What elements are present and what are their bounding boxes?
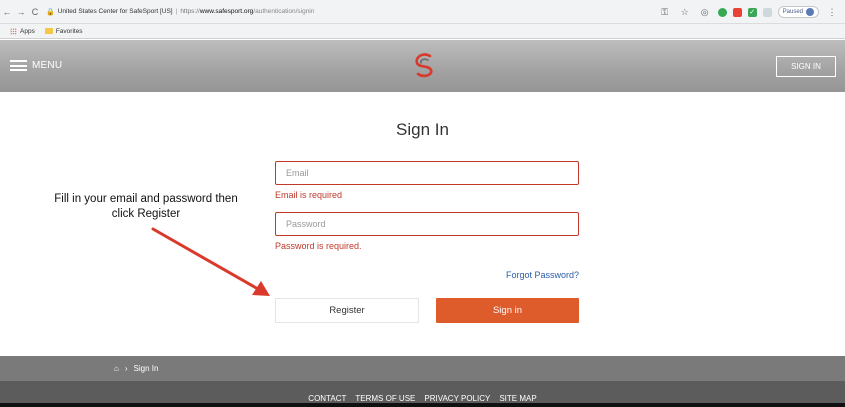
extension-check-icon[interactable]: ✓ <box>747 7 757 17</box>
footer-link-contact[interactable]: CONTACT <box>308 394 346 403</box>
folder-icon <box>44 28 53 34</box>
key-icon[interactable]: ⚿ <box>658 7 672 18</box>
more-icon[interactable]: ⋮ <box>825 7 839 18</box>
page-title: Sign In <box>396 120 449 139</box>
back-icon[interactable]: ← <box>0 7 14 17</box>
url-protocol: https:// <box>180 8 200 15</box>
browser-window: ← → C 🔒 United States Center for SafeSpo… <box>0 0 845 407</box>
email-error: Email is required <box>275 190 343 200</box>
password-error: Password is required. <box>275 241 362 251</box>
eye-icon[interactable]: ◎ <box>698 7 712 18</box>
extension-bar: ⚿ ☆ ◎ ✓ Paused ⋮ <box>658 6 839 18</box>
apps-grid-icon <box>10 27 17 35</box>
chevron-right-icon: › <box>124 364 128 373</box>
menu-button[interactable]: MENU <box>10 60 62 71</box>
menu-label: MENU <box>32 60 63 71</box>
bookmark-label: Favorites <box>55 27 83 35</box>
address-bar: ← → C 🔒 United States Center for SafeSpo… <box>0 0 845 24</box>
forgot-password-link[interactable]: Forgot Password? <box>500 270 579 280</box>
password-field[interactable] <box>275 212 579 236</box>
footer-link-sitemap[interactable]: SITE MAP <box>499 394 536 403</box>
instruction-annotation: Fill in your email and password then cli… <box>54 193 238 220</box>
avatar <box>806 8 814 16</box>
register-button[interactable]: Register <box>275 298 419 323</box>
bookmark-favorites[interactable]: Favorites <box>44 27 83 35</box>
signin-button[interactable]: Sign in <box>436 298 579 323</box>
profile-status: Paused <box>782 9 803 15</box>
extension-red-icon[interactable] <box>732 7 742 17</box>
bookmark-label: Apps <box>20 27 35 35</box>
bookmarks-bar: Apps Favorites <box>0 24 845 39</box>
site-header: MENU SIGN IN <box>0 40 845 92</box>
site-identity: United States Center for SafeSport [US] <box>57 8 173 15</box>
safesport-logo-icon[interactable] <box>411 52 437 78</box>
extension-mail-icon[interactable] <box>762 7 772 17</box>
url-host: www.safesport.org <box>199 8 254 15</box>
footer-link-terms[interactable]: TERMS OF USE <box>355 394 415 403</box>
email-field[interactable] <box>275 161 579 185</box>
extension-green-icon[interactable] <box>717 7 727 17</box>
footer-link-privacy[interactable]: PRIVACY POLICY <box>424 394 490 403</box>
hamburger-icon <box>10 60 27 71</box>
breadcrumb-current: Sign In <box>133 364 159 373</box>
footer-divider <box>0 403 845 407</box>
url-path: /authentication/signin <box>253 8 315 15</box>
home-icon[interactable]: ⌂ <box>114 364 119 373</box>
url-field[interactable]: 🔒 United States Center for SafeSport [US… <box>46 8 314 16</box>
lock-icon: 🔒 <box>46 8 55 16</box>
profile-button[interactable]: Paused <box>777 6 819 18</box>
forward-icon[interactable]: → <box>14 7 28 17</box>
url-separator: | <box>175 8 178 15</box>
bookmark-apps[interactable]: Apps <box>10 27 35 35</box>
header-signin-button[interactable]: SIGN IN <box>776 56 836 77</box>
reload-icon[interactable]: C <box>28 7 42 17</box>
star-icon[interactable]: ☆ <box>678 7 692 18</box>
breadcrumb: ⌂ › Sign In <box>0 356 845 381</box>
